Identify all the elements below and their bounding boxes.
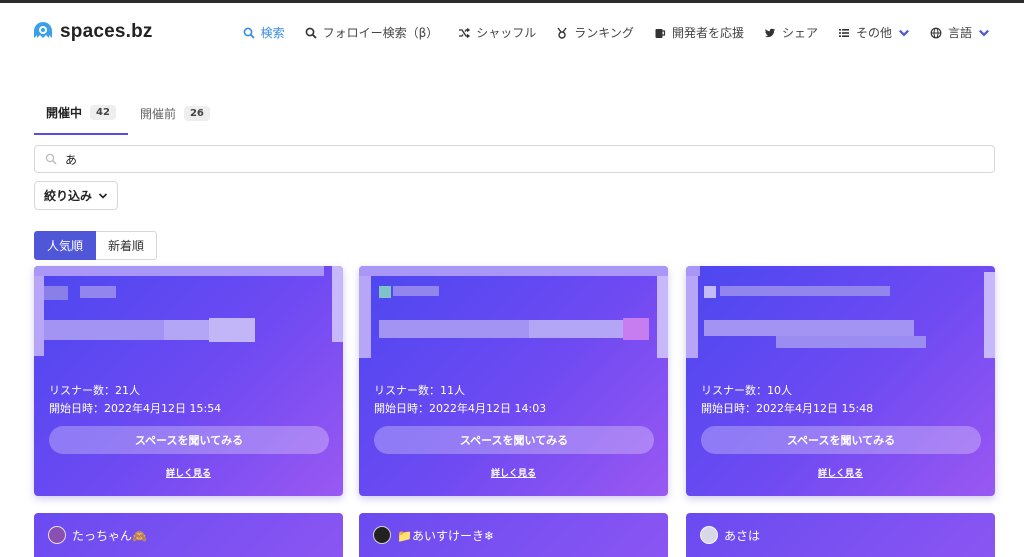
host-name: たっちゃん🙈	[72, 528, 147, 543]
start-time: 開始日時：2022年4月12日 15:54	[49, 402, 222, 415]
sort-toggle: 人気順 新着順	[34, 231, 158, 260]
search-box	[34, 145, 995, 173]
blurred-title-image	[359, 266, 668, 360]
listen-space-button[interactable]: スペースを聞いてみる	[49, 426, 329, 454]
nav-ranking[interactable]: ランキング	[556, 24, 634, 41]
nav-support[interactable]: 開発者を応援	[654, 24, 744, 41]
start-time: 開始日時：2022年4月12日 14:03	[374, 402, 547, 415]
tab-upcoming-count: 26	[183, 106, 210, 121]
space-card: 📁あいすけーき❄	[359, 513, 668, 557]
nav-share-label: シェア	[781, 26, 818, 40]
space-card: リスナー数：10人 開始日時：2022年4月12日 15:48 スペースを聞いて…	[686, 266, 995, 496]
space-card: リスナー数：11人 開始日時：2022年4月12日 14:03 スペースを聞いて…	[359, 266, 668, 496]
chevron-down-icon	[979, 29, 989, 36]
shuffle-icon	[459, 27, 471, 38]
tab-live[interactable]: 開催中 42	[34, 100, 128, 135]
details-link[interactable]: 詳しく見る	[686, 466, 995, 479]
space-card: リスナー数：21人 開始日時：2022年4月12日 15:54 スペースを聞いて…	[34, 266, 343, 496]
nav-share[interactable]: シェア	[764, 24, 818, 41]
globe-icon	[930, 27, 942, 38]
logo-text: spaces.bz	[60, 21, 153, 42]
host-name: あさは	[724, 528, 761, 543]
tab-upcoming[interactable]: 開催前 26	[128, 100, 222, 135]
nav-more-label: その他	[855, 26, 892, 40]
nav-follow-search-label: フォロイー検索（β）	[322, 26, 439, 40]
blurred-title-image	[34, 266, 343, 358]
nav-shuffle-label: シャッフル	[476, 26, 537, 40]
nav-ranking-label: ランキング	[574, 26, 634, 40]
listener-count: リスナー数：21人	[49, 384, 140, 397]
status-tabs: 開催中 42 開催前 26	[34, 100, 222, 135]
details-link[interactable]: 詳しく見る	[34, 466, 343, 479]
logo-icon	[34, 22, 52, 38]
host-info: あさは	[700, 526, 760, 544]
space-card: あさは	[686, 513, 995, 557]
header: spaces.bz 検索 フォロイー検索（β） シャッフル ランキング 開発者を…	[0, 3, 1024, 61]
sort-newest-button[interactable]: 新着順	[96, 231, 158, 260]
avatar	[700, 526, 718, 544]
pixelated-content	[34, 266, 343, 356]
search-icon	[305, 27, 317, 39]
blurred-title-image	[686, 266, 995, 360]
nav-support-label: 開発者を応援	[671, 26, 744, 40]
avatar	[48, 526, 66, 544]
filter-button[interactable]: 絞り込み	[34, 181, 118, 210]
space-card: たっちゃん🙈	[34, 513, 343, 557]
filter-label: 絞り込み	[43, 189, 92, 203]
logo[interactable]: spaces.bz	[32, 21, 153, 43]
chevron-down-icon	[899, 29, 909, 36]
sort-popular-button[interactable]: 人気順	[34, 231, 97, 260]
nav-search[interactable]: 検索	[243, 24, 285, 41]
listen-space-button[interactable]: スペースを聞いてみる	[374, 426, 654, 454]
search-input[interactable]	[65, 152, 965, 166]
nav-language-label: 言語	[947, 26, 972, 40]
nav-more[interactable]: その他	[838, 24, 910, 41]
beer-icon	[655, 28, 666, 38]
details-link[interactable]: 詳しく見る	[359, 466, 668, 479]
tab-live-label: 開催中	[46, 106, 83, 120]
nav-search-label: 検索	[260, 26, 285, 40]
host-info: 📁あいすけーき❄	[373, 526, 494, 544]
listener-count: リスナー数：10人	[701, 384, 792, 397]
host-name: 📁あいすけーき❄	[397, 528, 494, 543]
pixelated-content	[359, 266, 668, 360]
tab-live-count: 42	[90, 105, 116, 120]
avatar	[373, 526, 391, 544]
pixelated-content	[686, 266, 995, 360]
listener-count: リスナー数：11人	[374, 384, 465, 397]
main-nav: 検索 フォロイー検索（β） シャッフル ランキング 開発者を応援 シェア その他	[223, 24, 990, 41]
nav-follow-search[interactable]: フォロイー検索（β）	[305, 24, 439, 41]
host-info: たっちゃん🙈	[48, 526, 147, 544]
twitter-icon	[764, 28, 775, 37]
chevron-down-icon	[98, 192, 108, 199]
tab-upcoming-label: 開催前	[139, 107, 176, 121]
search-icon	[243, 27, 255, 39]
listen-space-button[interactable]: スペースを聞いてみる	[701, 426, 981, 454]
nav-language[interactable]: 言語	[930, 24, 990, 41]
search-icon	[45, 153, 57, 165]
start-time: 開始日時：2022年4月12日 15:48	[701, 402, 874, 415]
list-icon	[838, 28, 849, 37]
nav-shuffle[interactable]: シャッフル	[458, 24, 536, 41]
medal-icon	[557, 27, 567, 39]
